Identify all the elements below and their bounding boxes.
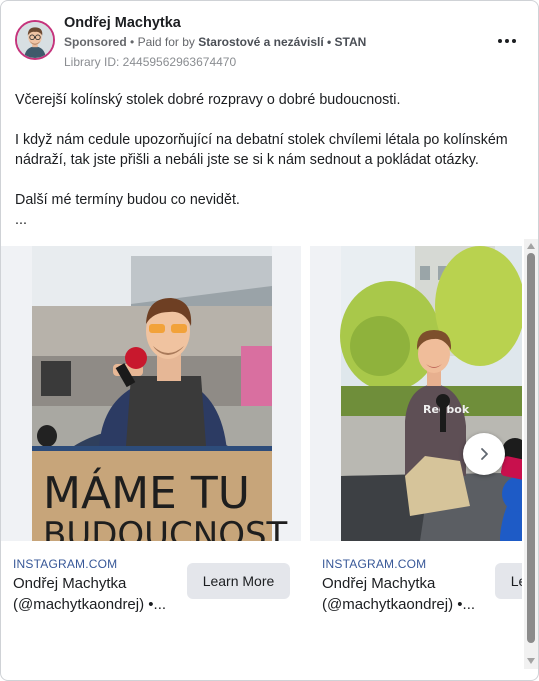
chevron-right-icon bbox=[481, 448, 488, 460]
ad-card: Ondřej Machytka Sponsored • Paid for by … bbox=[0, 0, 539, 681]
scroll-up-arrow-icon[interactable] bbox=[527, 243, 535, 249]
sponsorship-line: Sponsored • Paid for by Starostové a nez… bbox=[64, 35, 366, 49]
card-title[interactable]: Ondřej Machytka (@machytkaondrej) •... bbox=[322, 573, 497, 615]
ad-body-text: Včerejší kolínský stolek dobré rozpravy … bbox=[15, 90, 520, 230]
carousel-image[interactable]: MÁME TU BUDOUCNOST bbox=[1, 246, 301, 541]
paid-for-entity[interactable]: Starostové a nezávislí • STAN bbox=[198, 35, 366, 49]
more-horizontal-icon bbox=[498, 39, 502, 43]
see-more-ellipsis[interactable]: ... bbox=[15, 210, 520, 230]
carousel-next-button[interactable] bbox=[463, 433, 505, 475]
body-paragraph: I když nám cedule upozorňující na debatn… bbox=[15, 132, 508, 168]
library-id: Library ID: 24459562963674470 bbox=[64, 55, 237, 69]
paid-for-label: Paid for by bbox=[137, 35, 195, 49]
page-avatar[interactable] bbox=[15, 20, 55, 60]
card-domain[interactable]: INSTAGRAM.COM bbox=[322, 557, 426, 571]
card-domain[interactable]: INSTAGRAM.COM bbox=[13, 557, 117, 571]
card-title[interactable]: Ondřej Machytka (@machytkaondrej) •... bbox=[13, 573, 188, 615]
separator-dot: • bbox=[130, 35, 135, 49]
carousel-card[interactable]: MÁME TU BUDOUCNOST INSTAGRAM.COM Ondřej … bbox=[1, 246, 301, 626]
learn-more-button[interactable]: Learn More bbox=[187, 563, 290, 599]
carousel: MÁME TU BUDOUCNOST INSTAGRAM.COM Ondřej … bbox=[1, 246, 522, 626]
scrollbar-thumb[interactable] bbox=[527, 253, 535, 643]
sign-text-1: MÁME TU bbox=[43, 466, 250, 519]
sign-text-2: BUDOUCNOST bbox=[43, 515, 288, 541]
carousel-image[interactable]: Reebok bbox=[310, 246, 522, 541]
sponsored-label: Sponsored bbox=[64, 35, 127, 49]
vertical-scrollbar[interactable] bbox=[524, 239, 538, 669]
body-paragraph: Další mé termíny budou co nevidět. bbox=[15, 192, 240, 208]
page-name[interactable]: Ondřej Machytka bbox=[64, 15, 181, 31]
more-options-button[interactable] bbox=[495, 31, 519, 51]
scroll-down-arrow-icon[interactable] bbox=[527, 658, 535, 664]
body-paragraph: Včerejší kolínský stolek dobré rozpravy … bbox=[15, 92, 401, 108]
learn-more-button[interactable]: Learn More bbox=[495, 563, 522, 599]
